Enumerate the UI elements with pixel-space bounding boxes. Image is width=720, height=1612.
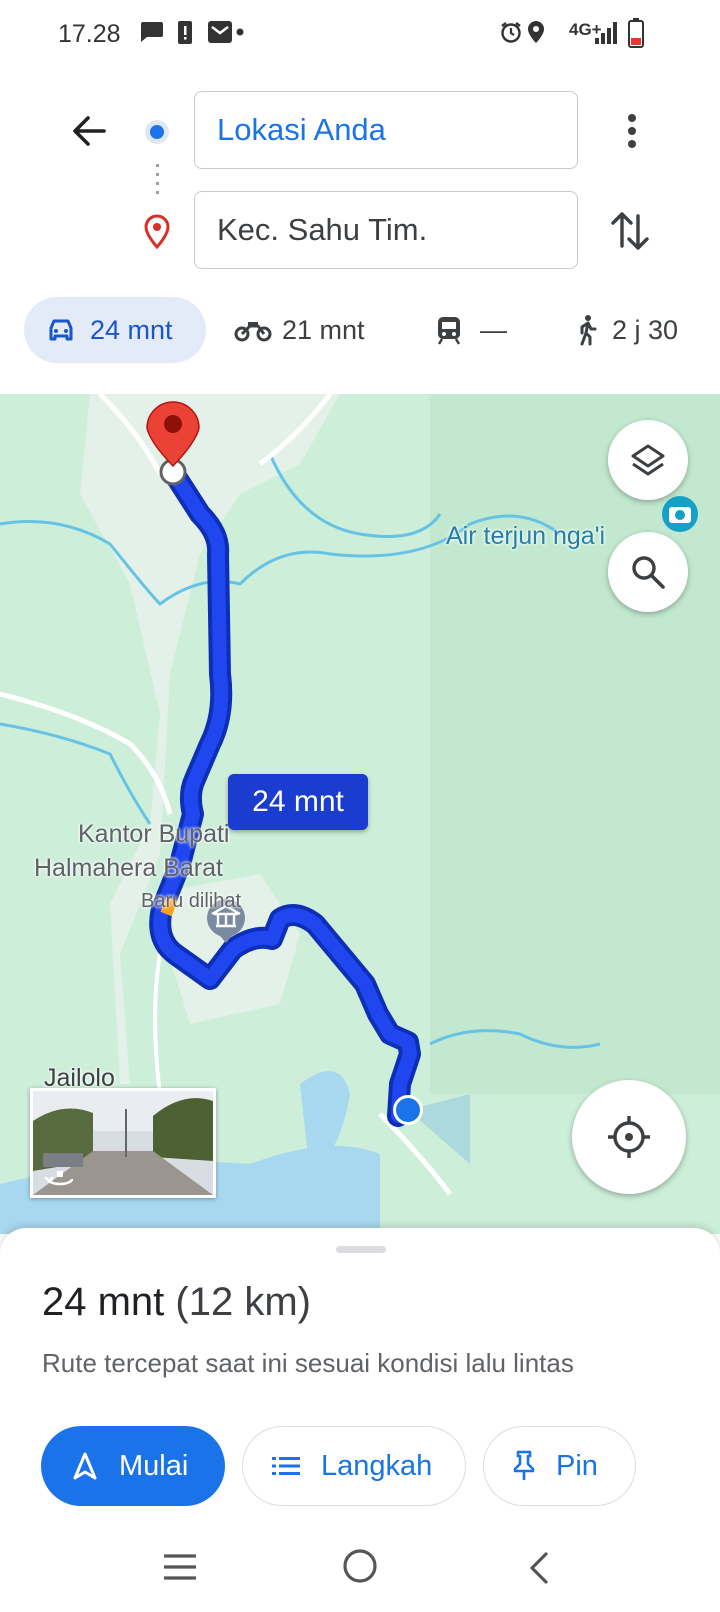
car-icon [49, 319, 73, 341]
location-status-icon [528, 21, 544, 43]
back-arrow-icon[interactable] [64, 106, 114, 156]
mode-walk-label: 2 j 30 [612, 314, 679, 345]
destination-pin-icon [144, 214, 170, 250]
route-description: Rute tercepat saat ini sesuai kondisi la… [42, 1348, 574, 1378]
route-separator [156, 164, 159, 198]
motorcycle-icon [234, 322, 272, 342]
map-label-kantor-line2[interactable]: Halmahera Barat [34, 854, 223, 883]
route-duration: 24 mnt [42, 1280, 165, 1324]
mode-motorcycle-tab[interactable]: 21 mnt [234, 297, 365, 363]
message-icon [141, 22, 163, 42]
status-time: 17.28 [58, 20, 121, 48]
map-label-kantor-line1[interactable]: Kantor Bupati [78, 820, 230, 849]
pin-icon [513, 1450, 535, 1480]
train-icon [437, 317, 461, 345]
more-options-icon[interactable] [612, 108, 652, 154]
system-navigation-bar [0, 1520, 720, 1612]
route-distance: (12 km) [175, 1280, 311, 1324]
mode-motorcycle-label: 21 mnt [282, 314, 365, 345]
origin-dot-icon [145, 120, 169, 144]
battery-alert-icon [178, 21, 192, 44]
steps-button-label: Langkah [321, 1449, 433, 1482]
route-summary: 24 mnt (12 km) [42, 1280, 311, 1325]
map-label-waterfall[interactable]: Air terjun nga'i [446, 522, 605, 551]
drag-handle[interactable] [336, 1246, 386, 1253]
mode-transit-tab[interactable]: — [436, 297, 507, 363]
swap-icon[interactable] [608, 206, 652, 256]
pin-button-label: Pin [556, 1449, 598, 1482]
mode-car-label: 24 mnt [90, 314, 173, 345]
navigation-arrow-icon [73, 1452, 97, 1480]
more-notifications-icon [236, 28, 244, 36]
pin-button[interactable]: Pin [483, 1426, 636, 1506]
list-icon [272, 1457, 300, 1475]
my-location-button[interactable] [572, 1080, 686, 1194]
destination-field[interactable]: Kec. Sahu Tim. [194, 191, 578, 269]
back-nav-icon[interactable] [524, 1550, 554, 1586]
street-view-image [33, 1091, 213, 1195]
alarm-icon [501, 22, 521, 43]
search-along-route-button[interactable] [608, 532, 688, 612]
layers-button[interactable] [608, 420, 688, 500]
route-time-chip[interactable]: 24 mnt [228, 774, 368, 830]
crosshair-icon [608, 1116, 650, 1158]
street-view-thumbnail[interactable] [30, 1088, 216, 1198]
layers-icon [631, 444, 665, 476]
map-label-recently-viewed: Baru dilihat [141, 890, 242, 912]
search-icon [632, 556, 665, 589]
origin-field[interactable]: Lokasi Anda [194, 91, 578, 169]
signal-icon [595, 22, 617, 44]
start-button-label: Mulai [119, 1449, 189, 1482]
mode-transit-label: — [480, 314, 507, 345]
battery-icon [628, 18, 644, 48]
home-icon[interactable] [340, 1546, 380, 1586]
map-view[interactable]: Air terjun nga'i Kantor Bupati Halmahera… [0, 394, 720, 1234]
mode-walk-tab[interactable]: 2 j 30 [574, 297, 678, 363]
status-bar: 17.28 4G+ [0, 0, 720, 70]
mode-car-tab[interactable]: 24 mnt [24, 297, 206, 363]
steps-button[interactable]: Langkah [242, 1426, 466, 1506]
start-button[interactable]: Mulai [41, 1426, 225, 1506]
mail-icon [208, 21, 232, 43]
walk-icon [580, 315, 597, 346]
photo-poi-icon[interactable] [660, 494, 700, 534]
recent-apps-icon[interactable] [160, 1550, 200, 1584]
